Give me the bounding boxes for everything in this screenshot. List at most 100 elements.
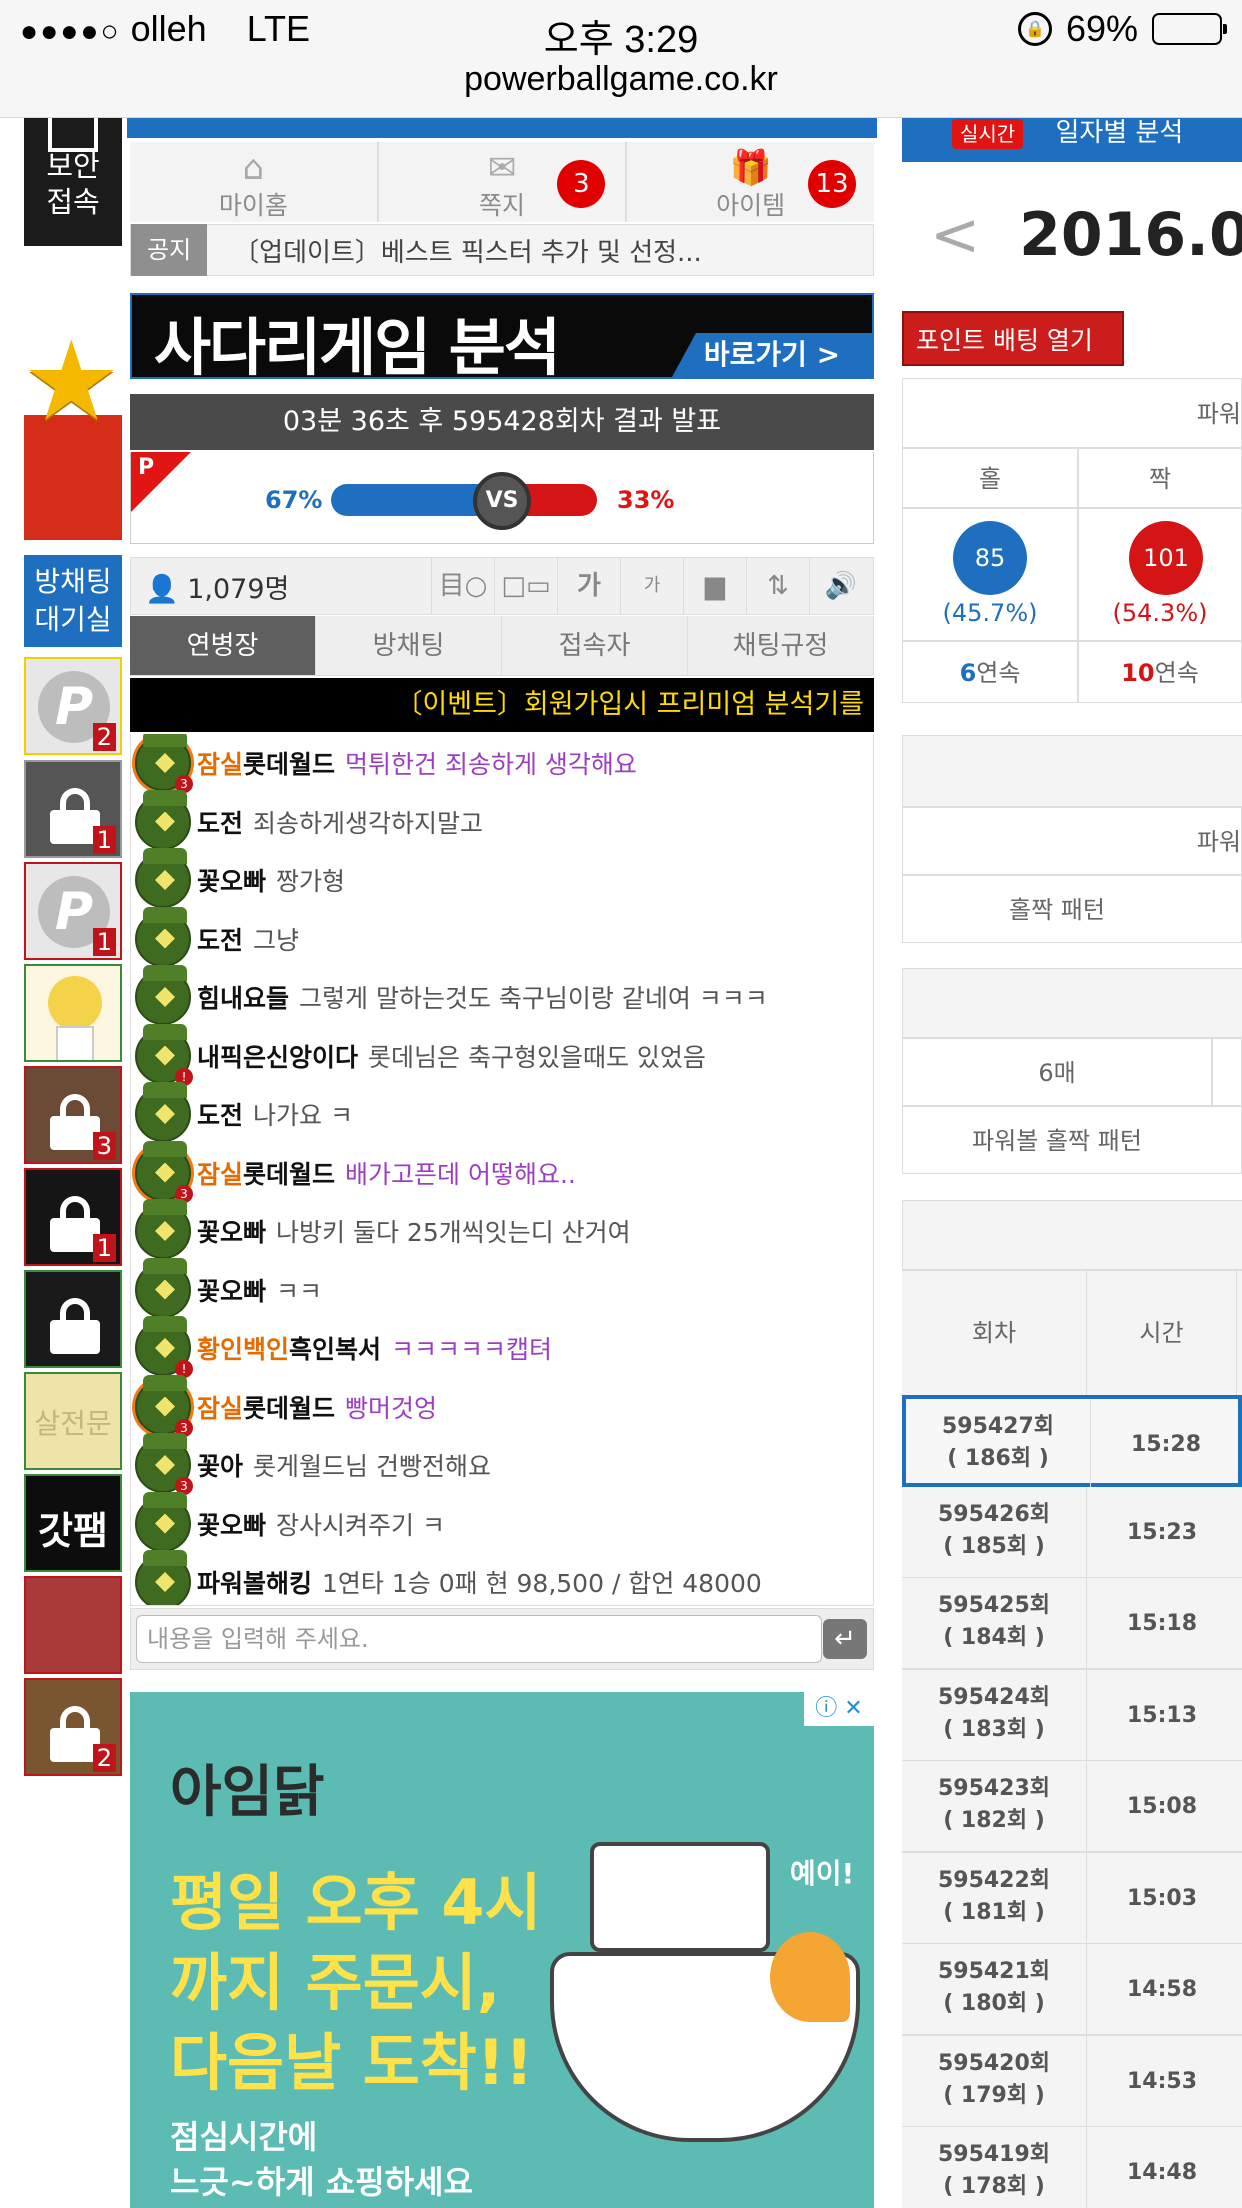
chat-message[interactable]: ! 내픽은신앙이다 롯데님은 축구형있을때도 있었음 xyxy=(135,1023,706,1086)
chat-nickname[interactable]: 꽃오빠 xyxy=(197,1213,266,1249)
powerball-oddeven-pattern-button[interactable]: 파워볼 홀짝 패턴 xyxy=(902,1106,1242,1174)
chat-nickname[interactable]: 도전 xyxy=(197,804,243,840)
chat-message[interactable]: 3 잠실롯데월드 빵머것엉 xyxy=(135,1374,437,1437)
prev-date-icon[interactable]: < xyxy=(930,200,980,270)
round-sub: ( 181회 ) xyxy=(943,1899,1045,1925)
nav-messages[interactable]: ✉ 쪽지 3 xyxy=(379,142,628,222)
chat-messages[interactable]: 3 잠실롯데월드 먹튀한건 죄송하게 생각해요 도전 죄송하게생각하지말고 꽃오빠 짱가형 도… xyxy=(130,734,874,1606)
chat-nickname[interactable]: 꽃오빠 xyxy=(197,862,266,898)
point-bet-button[interactable]: 포인트 배팅 열기 xyxy=(902,311,1124,366)
chat-message[interactable]: 힘내요들 그렇게 말하는것도 축구님이랑 같네여 ㅋㅋㅋ xyxy=(135,965,768,1026)
chat-message[interactable]: 파워볼해킹 1연타 1승 0패 현 98,500 / 합언 48000 xyxy=(135,1550,762,1605)
chat-nickname[interactable]: 잠실롯데월드 xyxy=(197,1389,335,1425)
tab-rules[interactable]: 채팅규정 xyxy=(688,616,874,675)
even-streak-num: 10 xyxy=(1121,659,1155,687)
chat-message[interactable]: 꽃오빠 짱가형 xyxy=(135,848,345,909)
send-button[interactable]: ↵ xyxy=(823,1619,867,1659)
chat-message[interactable]: 도전 나가요 ㅋ xyxy=(135,1082,353,1143)
nav-home[interactable]: ⌂ 마이홈 xyxy=(130,142,379,222)
chat-input[interactable]: 내용을 입력해 주세요. xyxy=(136,1615,822,1663)
round-number: 595427회 xyxy=(941,1414,1055,1439)
date-value: 2016.07.2 xyxy=(1019,200,1242,270)
layout-icon[interactable]: 目○ xyxy=(431,557,494,615)
history-row[interactable]: 595419회 ( 178회 ) 14:48 xyxy=(902,2127,1242,2208)
odd-stat: 85 (45.7%) xyxy=(902,508,1078,641)
chat-nickname[interactable]: 도전 xyxy=(197,921,243,957)
chat-message[interactable]: ! 황인백인흑인복서 ㅋㅋㅋㅋㅋ캡텨 xyxy=(135,1316,552,1378)
chat-message[interactable]: 꽃오빠 나방키 둘다 25개씩잇는디 산거여 xyxy=(135,1199,631,1260)
scroll-toggle-icon[interactable]: ⇅ xyxy=(746,557,809,615)
chat-room-thumb[interactable]: 2 xyxy=(24,1678,122,1776)
rank-avatar-icon: ! xyxy=(135,1316,193,1378)
ad-banner[interactable]: ⓘ ✕ 아임닭 평일 오후 4시 까지 주문시, 다음날 도착!! 예이! 점심… xyxy=(130,1692,874,2208)
history-row[interactable]: 595426회 ( 185회 ) 15:23 xyxy=(902,1486,1242,1579)
chat-nickname[interactable]: 잠실롯데월드 xyxy=(197,1155,335,1191)
history-row[interactable]: 595421회 ( 180회 ) 14:58 xyxy=(902,1944,1242,2036)
nickname-text: 힘내요들 xyxy=(197,984,290,1013)
round-cell: 595419회 ( 178회 ) xyxy=(902,2127,1087,2208)
chat-nickname[interactable]: 잠실롯데월드 xyxy=(197,745,335,781)
history-row[interactable]: 595422회 ( 181회 ) 15:03 xyxy=(902,1852,1242,1945)
notice-bar[interactable]: 공지 〔업데이트〕베스트 픽스터 추가 및 선정... xyxy=(130,224,874,276)
chat-room-lobby-button[interactable]: 방채팅 대기실 xyxy=(24,555,122,647)
ladder-title: 사다리게임 분석 xyxy=(154,311,561,379)
lunchbox-illustration xyxy=(590,1842,770,1952)
daily-analysis-label: 일자별 분석 xyxy=(1055,118,1184,148)
window-icon[interactable]: □▭ xyxy=(494,557,557,615)
event-banner[interactable]: 〔이벤트〕회원가입시 프리미엄 분석기를 xyxy=(130,678,874,732)
history-row[interactable]: 595424회 ( 183회 ) 15:13 xyxy=(902,1669,1242,1762)
history-row[interactable]: 595425회 ( 184회 ) 15:18 xyxy=(902,1578,1242,1670)
chat-message[interactable]: 3 잠실롯데월드 먹튀한건 죄송하게 생각해요 xyxy=(135,734,637,793)
chat-nickname[interactable]: 힘내요들 xyxy=(197,979,289,1015)
history-row[interactable]: 595427회 ( 186회 ) 15:28 xyxy=(902,1395,1242,1491)
chat-room-thumb[interactable]: 살전문 xyxy=(24,1372,122,1470)
chat-message[interactable]: 꽃오빠 ㅋㅋ xyxy=(135,1257,322,1319)
clear-icon[interactable]: ▆ xyxy=(683,557,746,615)
url-bar[interactable]: powerballgame.co.kr xyxy=(0,60,1242,99)
chat-room-thumb[interactable]: P 1 xyxy=(24,862,122,960)
oddeven-pattern-button[interactable]: 홀짝 패턴 xyxy=(902,875,1242,943)
chat-nickname[interactable]: 황인백인흑인복서 xyxy=(197,1330,381,1366)
tab-users[interactable]: 접속자 xyxy=(502,616,688,675)
security-login-button[interactable]: 보안 접속 xyxy=(24,118,122,246)
chat-room-thumb[interactable]: 1 xyxy=(24,760,122,858)
round-sub: ( 183회 ) xyxy=(943,1716,1045,1742)
chat-message[interactable]: 3 잠실롯데월드 배가고픈데 어떻해요.. xyxy=(135,1140,576,1203)
chat-room-thumb[interactable]: 1 xyxy=(24,1168,122,1266)
tab-room-chat[interactable]: 방채팅 xyxy=(316,616,502,675)
rank-avatar-icon: ! xyxy=(135,1023,193,1086)
chat-message[interactable]: 도전 죄송하게생각하지말고 xyxy=(135,789,483,851)
chat-room-thumb[interactable] xyxy=(24,1576,122,1674)
chat-nickname[interactable]: 꽃오빠 xyxy=(197,1506,266,1542)
chat-text: 그냥 xyxy=(253,925,300,955)
daily-analysis-tab[interactable]: 실시간 일자별 분석 xyxy=(902,118,1242,162)
six-count-cell[interactable]: 6매 xyxy=(902,1038,1212,1106)
chat-nickname[interactable]: 꽃아 xyxy=(197,1447,243,1483)
chat-room-thumb[interactable] xyxy=(24,1270,122,1368)
chat-room-thumb[interactable]: P 2 xyxy=(24,657,122,755)
even-streak: 10연속 xyxy=(1078,641,1242,703)
chat-nickname[interactable]: 꽃오빠 xyxy=(197,1272,266,1308)
font-large-icon[interactable]: 가 xyxy=(557,557,620,615)
round-sub: ( 179회 ) xyxy=(943,2082,1045,2108)
history-row[interactable]: 595420회 ( 179회 ) 14:53 xyxy=(902,2035,1242,2128)
sound-icon[interactable]: 🔊 xyxy=(809,557,872,615)
ad-close-icon[interactable]: ⓘ ✕ xyxy=(804,1692,874,1726)
chat-nickname[interactable]: 도전 xyxy=(197,1096,243,1132)
chat-input-row: 내용을 입력해 주세요. ↵ xyxy=(130,1608,874,1670)
chat-nickname[interactable]: 내픽은신앙이다 xyxy=(197,1038,358,1074)
chat-nickname[interactable]: 파워볼해킹 xyxy=(197,1564,312,1600)
ladder-game-banner[interactable]: 사다리게임 분석 바로가기 > xyxy=(130,293,874,379)
chat-message[interactable]: 3 꽃아 롯게월드님 건빵전해요 xyxy=(135,1433,491,1495)
chat-message[interactable]: 꽃오빠 장사시켜주기 ㅋ xyxy=(135,1491,445,1553)
nav-items[interactable]: 🎁 아이템 13 xyxy=(627,142,874,222)
chat-room-thumb[interactable]: 3 xyxy=(24,1066,122,1164)
history-row[interactable]: 595423회 ( 182회 ) 15:08 xyxy=(902,1761,1242,1853)
chat-room-thumb[interactable]: 갓팸 xyxy=(24,1474,122,1572)
tab-main-chat[interactable]: 연병장 xyxy=(130,616,316,675)
ladder-goto-button[interactable]: 바로가기 > xyxy=(672,333,872,377)
chat-message[interactable]: 도전 그냥 xyxy=(135,906,300,968)
odd-streak-suffix: 연속 xyxy=(976,659,1021,687)
chat-room-thumb[interactable] xyxy=(24,964,122,1062)
font-small-icon[interactable]: 가 xyxy=(620,557,683,615)
